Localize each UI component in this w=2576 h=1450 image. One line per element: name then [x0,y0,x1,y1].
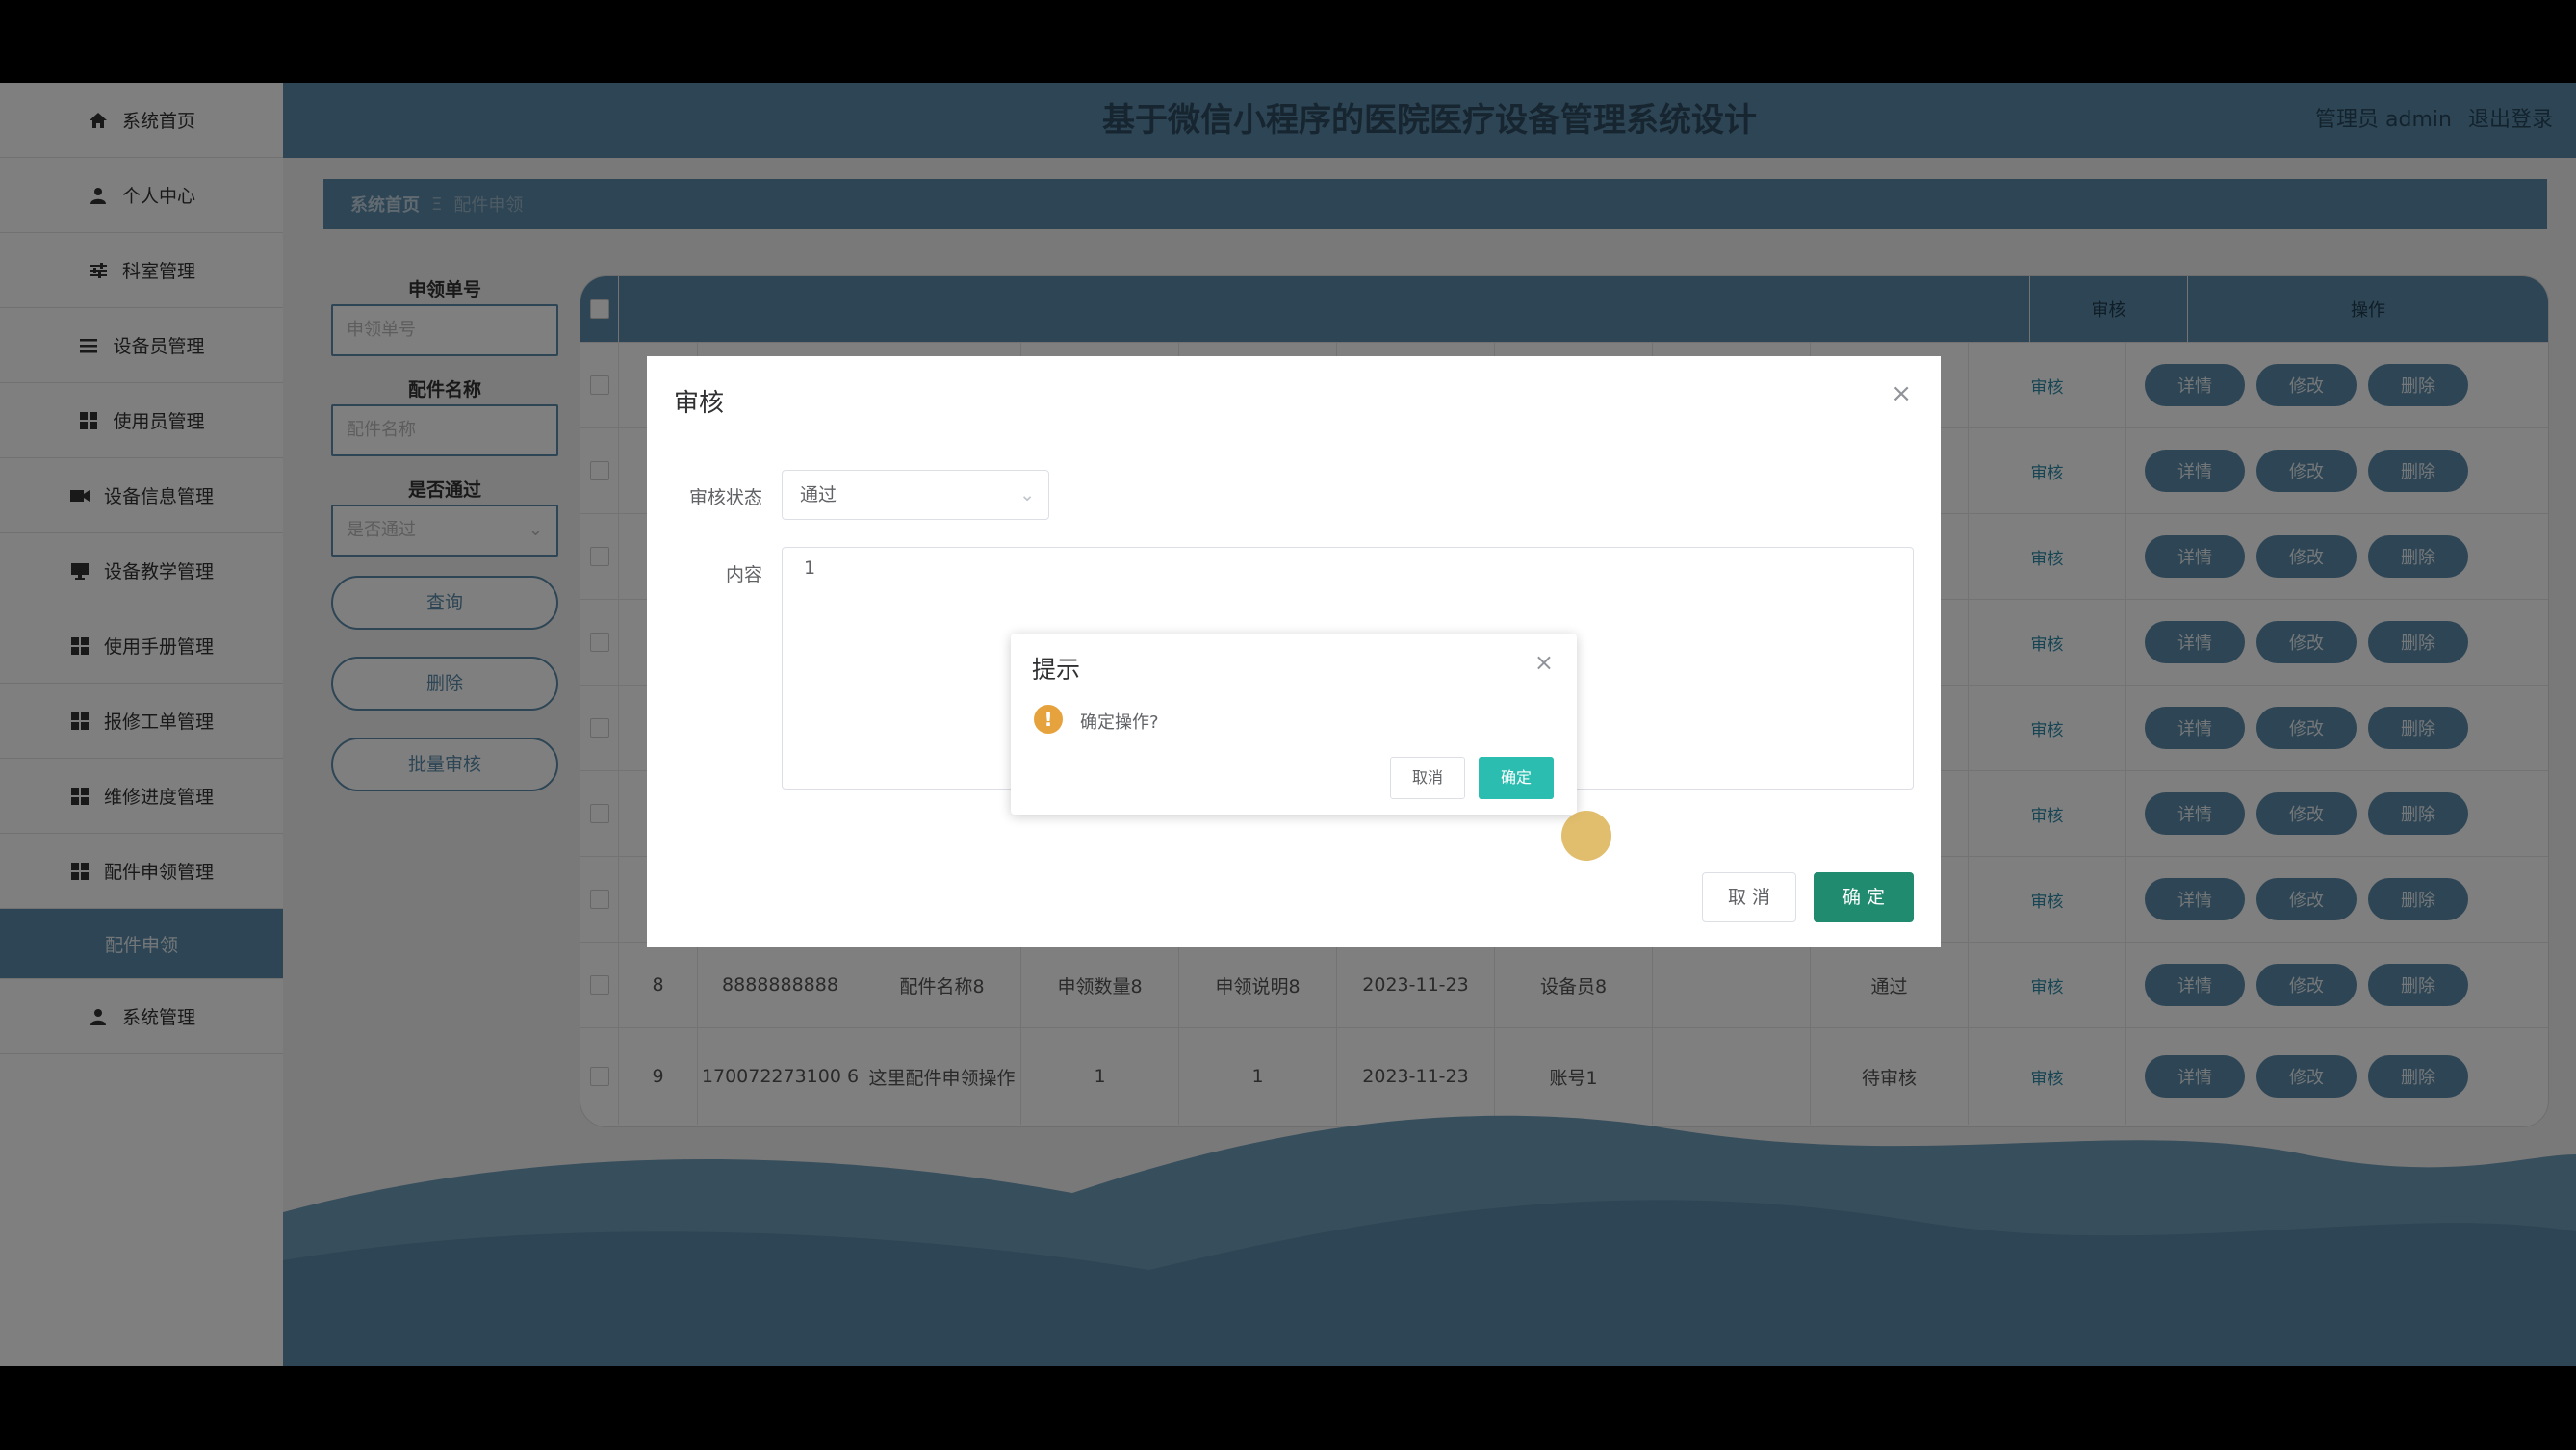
audit-status-label: 审核状态 [688,487,762,508]
close-icon[interactable]: × [1534,649,1554,676]
audit-status-value: 通过 [800,484,837,505]
confirm-ok-button[interactable]: 确定 [1479,757,1554,799]
audit-content-label: 内容 [725,564,762,585]
confirm-dialog-title: 提示 [1032,656,1081,684]
confirm-dialog: 提示 × ! 确定操作? 取消 确定 [1011,634,1577,815]
confirm-message: 确定操作? [1080,712,1159,733]
audit-status-select[interactable]: 通过 ⌄ [782,470,1049,520]
close-icon[interactable]: × [1891,379,1912,408]
warning-icon: ! [1034,705,1063,734]
audit-confirm-button[interactable]: 确 定 [1814,872,1914,922]
app-window: 基于微信小程序的医院医疗设备管理系统设计 管理员 admin 退出登录 系统首页… [0,83,2576,1366]
confirm-cancel-button[interactable]: 取消 [1390,757,1465,799]
audit-cancel-button[interactable]: 取 消 [1702,872,1796,922]
chevron-down-icon: ⌄ [1019,484,1035,505]
cursor-highlight [1561,811,1611,861]
audit-dialog-title: 审核 [674,389,725,418]
